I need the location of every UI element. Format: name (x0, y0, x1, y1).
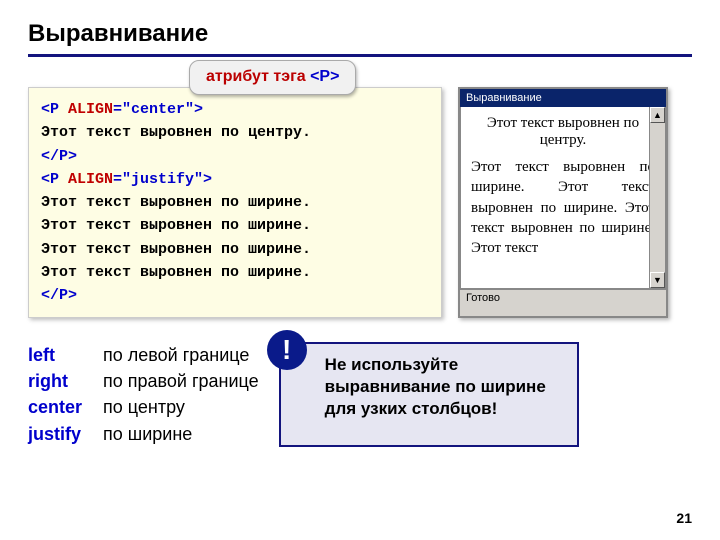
callout-tag: <P> (310, 68, 339, 85)
definition-item: justify по ширине (28, 421, 259, 447)
preview-center-text: Этот текст выровнен по центру. (471, 115, 655, 149)
attribute-callout: атрибут тэга <P> (189, 60, 356, 95)
code-line: <P ALIGN="justify"> (41, 168, 429, 191)
browser-titlebar: Выравнивание (460, 89, 666, 107)
code-tag-open: <P (41, 101, 68, 118)
definition-item: left по левой границе (28, 342, 259, 368)
definition-keyword: right (28, 368, 98, 394)
code-line: <P ALIGN="center"> (41, 98, 429, 121)
code-line: </P> (41, 284, 429, 307)
code-block: атрибут тэга <P> <P ALIGN="center"> Этот… (28, 87, 442, 318)
definition-keyword: justify (28, 421, 98, 447)
code-line: Этот текст выровнен по ширине. (41, 214, 429, 237)
code-line: Этот текст выровнен по центру. (41, 121, 429, 144)
code-tag-close: ="center"> (113, 101, 203, 118)
code-line: Этот текст выровнен по ширине. (41, 261, 429, 284)
warning-icon: ! (267, 330, 307, 370)
page-number: 21 (676, 510, 692, 526)
definition-desc: по левой границе (103, 345, 249, 365)
code-line: Этот текст выровнен по ширине. (41, 191, 429, 214)
browser-statusbar: Готово (460, 289, 666, 306)
browser-body: Этот текст выровнен по центру. Этот текс… (460, 107, 666, 289)
code-tag-close: ="justify"> (113, 171, 212, 188)
page-title: Выравнивание (28, 20, 692, 48)
code-line: Этот текст выровнен по ширине. (41, 238, 429, 261)
browser-preview: Выравнивание Этот текст выровнен по цент… (458, 87, 668, 318)
definition-keyword: left (28, 342, 98, 368)
callout-text: атрибут тэга (206, 68, 310, 85)
code-tag: </P> (41, 287, 77, 304)
definition-desc: по правой границе (103, 371, 259, 391)
definition-keyword: center (28, 394, 98, 420)
definition-desc: по ширине (103, 424, 192, 444)
scroll-down-button[interactable]: ▼ (650, 272, 665, 288)
preview-justify-text: Этот текст выровнен по ширине. Этот текс… (471, 157, 655, 258)
code-tag-open: <P (41, 171, 68, 188)
code-attr: ALIGN (68, 101, 113, 118)
definition-desc: по центру (103, 397, 185, 417)
content-row: атрибут тэга <P> <P ALIGN="center"> Этот… (28, 87, 692, 318)
code-attr: ALIGN (68, 171, 113, 188)
code-tag: </P> (41, 148, 77, 165)
title-divider (28, 54, 692, 57)
warning-box: ! Не используйте выравнивание по ширине … (279, 342, 579, 446)
scroll-up-button[interactable]: ▲ (650, 107, 665, 123)
warning-text: Не используйте выравнивание по ширине дл… (325, 355, 546, 418)
definition-item: center по центру (28, 394, 259, 420)
definitions-list: left по левой границе right по правой гр… (28, 342, 259, 446)
definition-item: right по правой границе (28, 368, 259, 394)
bottom-row: left по левой границе right по правой гр… (28, 342, 692, 446)
scrollbar[interactable]: ▲ ▼ (649, 107, 665, 288)
code-line: </P> (41, 145, 429, 168)
